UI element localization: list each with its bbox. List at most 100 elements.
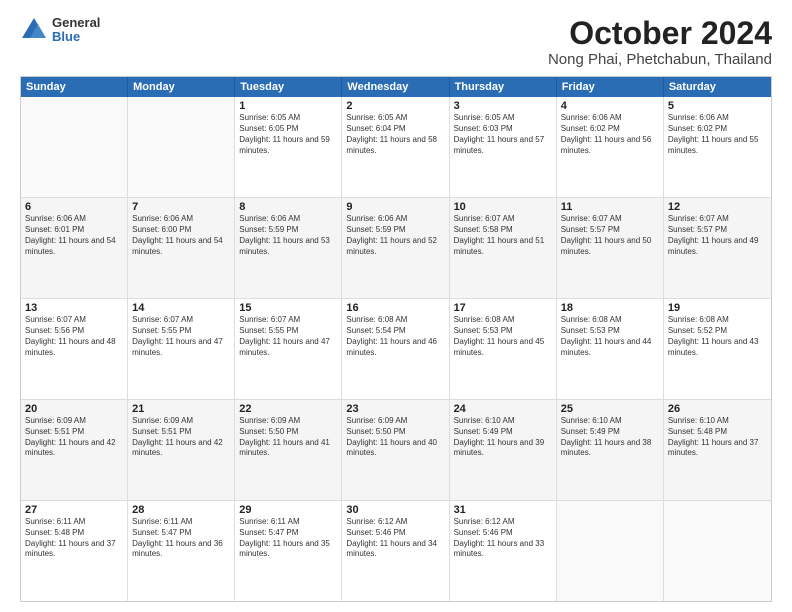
day-number: 22 (239, 403, 337, 415)
header-day-sunday: Sunday (21, 77, 128, 97)
cell-info: Sunrise: 6:07 AM Sunset: 5:55 PM Dayligh… (239, 315, 337, 358)
header-day-tuesday: Tuesday (235, 77, 342, 97)
logo-icon (20, 16, 48, 44)
day-number: 24 (454, 403, 552, 415)
cal-day-26: 26Sunrise: 6:10 AM Sunset: 5:48 PM Dayli… (664, 400, 771, 500)
cal-day-3: 3Sunrise: 6:05 AM Sunset: 6:03 PM Daylig… (450, 97, 557, 197)
cell-info: Sunrise: 6:09 AM Sunset: 5:50 PM Dayligh… (346, 416, 444, 459)
header-day-saturday: Saturday (664, 77, 771, 97)
cell-info: Sunrise: 6:05 AM Sunset: 6:04 PM Dayligh… (346, 113, 444, 156)
day-number: 5 (668, 100, 767, 112)
day-number: 16 (346, 302, 444, 314)
header-day-monday: Monday (128, 77, 235, 97)
cal-day-2: 2Sunrise: 6:05 AM Sunset: 6:04 PM Daylig… (342, 97, 449, 197)
cal-day-14: 14Sunrise: 6:07 AM Sunset: 5:55 PM Dayli… (128, 299, 235, 399)
header: General Blue October 2024 Nong Phai, Phe… (20, 16, 772, 68)
cell-info: Sunrise: 6:09 AM Sunset: 5:51 PM Dayligh… (25, 416, 123, 459)
cell-info: Sunrise: 6:06 AM Sunset: 5:59 PM Dayligh… (346, 214, 444, 257)
day-number: 27 (25, 504, 123, 516)
day-number: 25 (561, 403, 659, 415)
logo: General Blue (20, 16, 100, 45)
cal-day-31: 31Sunrise: 6:12 AM Sunset: 5:46 PM Dayli… (450, 501, 557, 601)
cal-week-4: 20Sunrise: 6:09 AM Sunset: 5:51 PM Dayli… (21, 400, 771, 501)
cell-info: Sunrise: 6:08 AM Sunset: 5:53 PM Dayligh… (454, 315, 552, 358)
cell-info: Sunrise: 6:07 AM Sunset: 5:58 PM Dayligh… (454, 214, 552, 257)
cal-day-25: 25Sunrise: 6:10 AM Sunset: 5:49 PM Dayli… (557, 400, 664, 500)
cal-empty (664, 501, 771, 601)
cell-info: Sunrise: 6:10 AM Sunset: 5:49 PM Dayligh… (561, 416, 659, 459)
cal-day-13: 13Sunrise: 6:07 AM Sunset: 5:56 PM Dayli… (21, 299, 128, 399)
cal-day-8: 8Sunrise: 6:06 AM Sunset: 5:59 PM Daylig… (235, 198, 342, 298)
cal-day-23: 23Sunrise: 6:09 AM Sunset: 5:50 PM Dayli… (342, 400, 449, 500)
header-day-wednesday: Wednesday (342, 77, 449, 97)
cal-week-1: 1Sunrise: 6:05 AM Sunset: 6:05 PM Daylig… (21, 97, 771, 198)
day-number: 2 (346, 100, 444, 112)
day-number: 9 (346, 201, 444, 213)
cal-week-5: 27Sunrise: 6:11 AM Sunset: 5:48 PM Dayli… (21, 501, 771, 601)
cal-week-2: 6Sunrise: 6:06 AM Sunset: 6:01 PM Daylig… (21, 198, 771, 299)
cal-day-1: 1Sunrise: 6:05 AM Sunset: 6:05 PM Daylig… (235, 97, 342, 197)
cal-day-30: 30Sunrise: 6:12 AM Sunset: 5:46 PM Dayli… (342, 501, 449, 601)
cell-info: Sunrise: 6:05 AM Sunset: 6:03 PM Dayligh… (454, 113, 552, 156)
day-number: 14 (132, 302, 230, 314)
cell-info: Sunrise: 6:05 AM Sunset: 6:05 PM Dayligh… (239, 113, 337, 156)
day-number: 4 (561, 100, 659, 112)
day-number: 23 (346, 403, 444, 415)
cal-day-27: 27Sunrise: 6:11 AM Sunset: 5:48 PM Dayli… (21, 501, 128, 601)
cal-day-15: 15Sunrise: 6:07 AM Sunset: 5:55 PM Dayli… (235, 299, 342, 399)
cal-empty (128, 97, 235, 197)
cell-info: Sunrise: 6:08 AM Sunset: 5:54 PM Dayligh… (346, 315, 444, 358)
logo-general-text: General (52, 16, 100, 30)
day-number: 28 (132, 504, 230, 516)
header-day-thursday: Thursday (450, 77, 557, 97)
cal-day-21: 21Sunrise: 6:09 AM Sunset: 5:51 PM Dayli… (128, 400, 235, 500)
cell-info: Sunrise: 6:11 AM Sunset: 5:47 PM Dayligh… (132, 517, 230, 560)
cell-info: Sunrise: 6:12 AM Sunset: 5:46 PM Dayligh… (454, 517, 552, 560)
cal-day-24: 24Sunrise: 6:10 AM Sunset: 5:49 PM Dayli… (450, 400, 557, 500)
calendar: SundayMondayTuesdayWednesdayThursdayFrid… (20, 76, 772, 602)
day-number: 21 (132, 403, 230, 415)
cal-day-29: 29Sunrise: 6:11 AM Sunset: 5:47 PM Dayli… (235, 501, 342, 601)
cal-day-16: 16Sunrise: 6:08 AM Sunset: 5:54 PM Dayli… (342, 299, 449, 399)
day-number: 29 (239, 504, 337, 516)
cell-info: Sunrise: 6:10 AM Sunset: 5:49 PM Dayligh… (454, 416, 552, 459)
header-day-friday: Friday (557, 77, 664, 97)
cell-info: Sunrise: 6:12 AM Sunset: 5:46 PM Dayligh… (346, 517, 444, 560)
day-number: 31 (454, 504, 552, 516)
cell-info: Sunrise: 6:06 AM Sunset: 6:00 PM Dayligh… (132, 214, 230, 257)
cal-day-11: 11Sunrise: 6:07 AM Sunset: 5:57 PM Dayli… (557, 198, 664, 298)
day-number: 8 (239, 201, 337, 213)
day-number: 1 (239, 100, 337, 112)
day-number: 19 (668, 302, 767, 314)
cal-day-18: 18Sunrise: 6:08 AM Sunset: 5:53 PM Dayli… (557, 299, 664, 399)
cal-day-12: 12Sunrise: 6:07 AM Sunset: 5:57 PM Dayli… (664, 198, 771, 298)
cal-day-10: 10Sunrise: 6:07 AM Sunset: 5:58 PM Dayli… (450, 198, 557, 298)
cell-info: Sunrise: 6:09 AM Sunset: 5:51 PM Dayligh… (132, 416, 230, 459)
cell-info: Sunrise: 6:07 AM Sunset: 5:57 PM Dayligh… (561, 214, 659, 257)
cal-day-17: 17Sunrise: 6:08 AM Sunset: 5:53 PM Dayli… (450, 299, 557, 399)
cal-day-20: 20Sunrise: 6:09 AM Sunset: 5:51 PM Dayli… (21, 400, 128, 500)
day-number: 30 (346, 504, 444, 516)
day-number: 10 (454, 201, 552, 213)
day-number: 7 (132, 201, 230, 213)
cell-info: Sunrise: 6:06 AM Sunset: 6:02 PM Dayligh… (561, 113, 659, 156)
day-number: 3 (454, 100, 552, 112)
cal-day-22: 22Sunrise: 6:09 AM Sunset: 5:50 PM Dayli… (235, 400, 342, 500)
day-number: 15 (239, 302, 337, 314)
cell-info: Sunrise: 6:06 AM Sunset: 5:59 PM Dayligh… (239, 214, 337, 257)
cal-empty (557, 501, 664, 601)
cal-day-9: 9Sunrise: 6:06 AM Sunset: 5:59 PM Daylig… (342, 198, 449, 298)
cell-info: Sunrise: 6:07 AM Sunset: 5:57 PM Dayligh… (668, 214, 767, 257)
cal-week-3: 13Sunrise: 6:07 AM Sunset: 5:56 PM Dayli… (21, 299, 771, 400)
cell-info: Sunrise: 6:07 AM Sunset: 5:56 PM Dayligh… (25, 315, 123, 358)
cell-info: Sunrise: 6:09 AM Sunset: 5:50 PM Dayligh… (239, 416, 337, 459)
day-number: 18 (561, 302, 659, 314)
cell-info: Sunrise: 6:11 AM Sunset: 5:48 PM Dayligh… (25, 517, 123, 560)
calendar-header: SundayMondayTuesdayWednesdayThursdayFrid… (21, 77, 771, 97)
cell-info: Sunrise: 6:11 AM Sunset: 5:47 PM Dayligh… (239, 517, 337, 560)
day-number: 26 (668, 403, 767, 415)
cal-day-28: 28Sunrise: 6:11 AM Sunset: 5:47 PM Dayli… (128, 501, 235, 601)
day-number: 13 (25, 302, 123, 314)
cell-info: Sunrise: 6:06 AM Sunset: 6:02 PM Dayligh… (668, 113, 767, 156)
cal-day-19: 19Sunrise: 6:08 AM Sunset: 5:52 PM Dayli… (664, 299, 771, 399)
